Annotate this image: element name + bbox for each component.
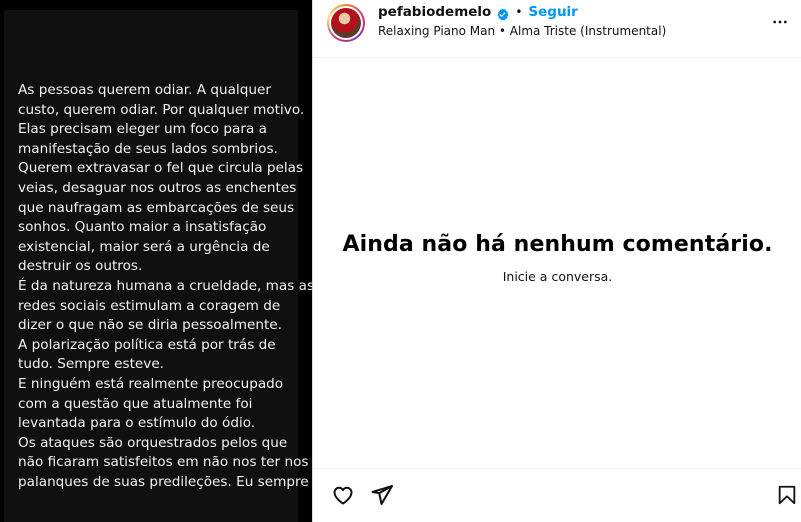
post-text-line: Os ataques são orquestrados pelos que	[18, 434, 288, 451]
post-text-line: manifestação de seus lados sombrios.	[18, 140, 278, 157]
post-text-line: palanques de suas predileções. Eu sempre	[18, 473, 309, 490]
post-text-line: com a questão que atualmente foi	[18, 395, 253, 412]
username-link[interactable]: pefabiodemelo	[378, 4, 491, 20]
avatar-frame	[329, 6, 363, 40]
post-text-line: redes sociais estimulam a coragem de	[18, 297, 281, 314]
empty-comments-title: Ainda não há nenhum comentário.	[342, 232, 773, 257]
post-text-line: levantada para o estímulo do ódio.	[18, 415, 256, 432]
username-row: pefabiodemelo • Seguir	[378, 3, 578, 21]
post-text-line: destruir os outros.	[18, 258, 143, 275]
action-bar	[313, 468, 801, 522]
post-text-line: que naufragam as embarcações de seus	[18, 199, 295, 216]
post-text-line: A polarização política está por trás de	[18, 336, 276, 353]
bookmark-icon[interactable]	[773, 481, 801, 509]
empty-comments: Ainda não há nenhum comentário. Inicie a…	[313, 232, 801, 284]
post-header: pefabiodemelo • Seguir Relaxing Piano Ma…	[313, 0, 801, 58]
post-text-line: custo, querem odiar. Por qualquer motivo…	[18, 101, 305, 118]
post-text: As pessoas querem odiar. A qualquer cust…	[18, 81, 315, 492]
avatar-image	[331, 8, 361, 38]
follow-button[interactable]: Seguir	[528, 4, 577, 20]
heart-icon[interactable]	[329, 481, 357, 509]
audio-track-link[interactable]: Relaxing Piano Man • Alma Triste (Instru…	[378, 24, 666, 38]
post-text-line: É da natureza humana a crueldade, mas as	[18, 277, 315, 294]
post-text-line: As pessoas querem odiar. A qualquer	[18, 82, 271, 98]
media-pane: As pessoas querem odiar. A qualquer cust…	[0, 0, 315, 522]
post-text-line: não ficaram satisfeitos em não nos ter n…	[18, 454, 309, 471]
post-text-line: veias, desaguar nos outros as enchentes	[18, 179, 297, 196]
post-text-line: Elas precisam eleger um foco para a	[18, 121, 267, 138]
empty-comments-subtitle: Inicie a conversa.	[502, 269, 613, 284]
more-options-icon[interactable]	[768, 10, 792, 34]
post-text-line: Querem extravasar o fel que circula pela…	[18, 160, 304, 177]
separator-dot: •	[515, 5, 523, 19]
post-text-line: existencial, maior será a urgência de	[18, 238, 270, 255]
post-details-pane: pefabiodemelo • Seguir Relaxing Piano Ma…	[312, 0, 801, 522]
post-text-line: dizer o que não se diria pessoalmente.	[18, 317, 282, 334]
post-text-line: sonhos. Quanto maior a insatisfação	[18, 219, 267, 236]
story-image: As pessoas querem odiar. A qualquer cust…	[4, 10, 315, 522]
post-text-line: E ninguém está realmente preocupado	[18, 375, 284, 392]
share-icon[interactable]	[368, 481, 396, 509]
avatar[interactable]	[327, 4, 365, 42]
verified-badge-icon	[496, 6, 509, 20]
post-text-line: tudo. Sempre esteve.	[18, 356, 164, 373]
